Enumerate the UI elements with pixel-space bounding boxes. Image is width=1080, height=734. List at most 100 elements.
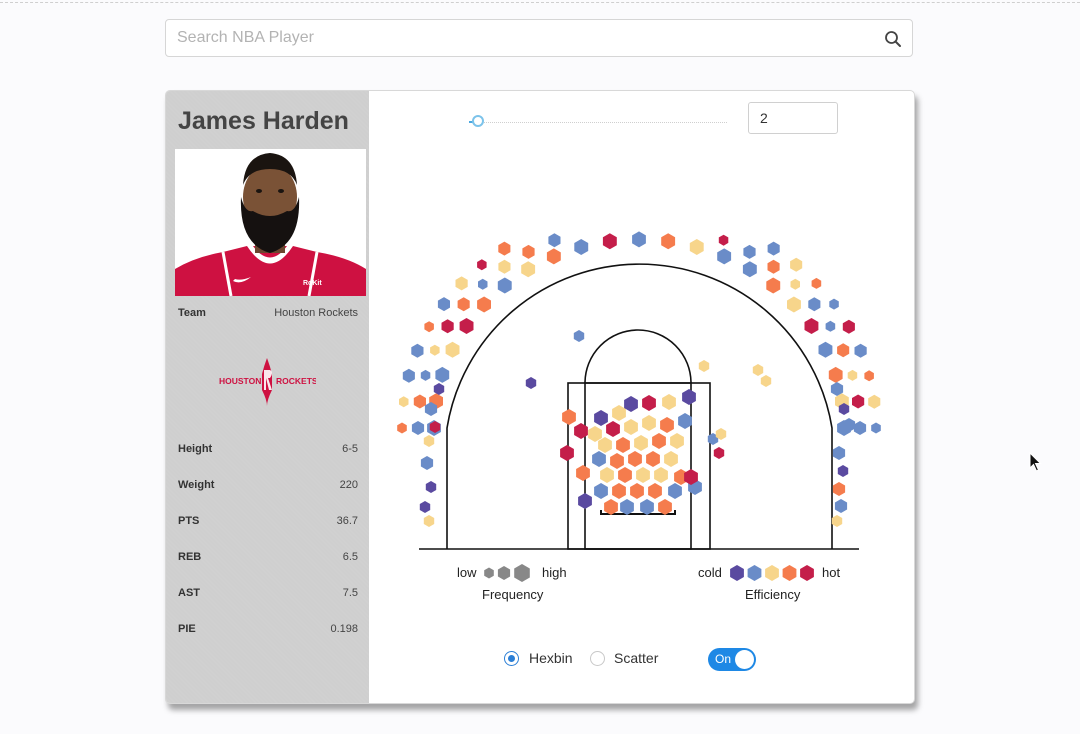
stat-label: PTS bbox=[178, 515, 200, 527]
three-point-line bbox=[446, 263, 833, 549]
shot-hex bbox=[654, 467, 668, 483]
player-card: James Harden RoKit Team Houston Rockets bbox=[165, 90, 915, 704]
shot-hex bbox=[742, 261, 757, 278]
stat-row-weight: Weight 220 bbox=[178, 479, 358, 493]
shot-hex bbox=[864, 370, 874, 382]
shot-hex bbox=[646, 451, 660, 467]
search-box[interactable] bbox=[165, 19, 913, 57]
shot-hex bbox=[435, 366, 450, 383]
shot-hex bbox=[574, 239, 589, 255]
stat-row-pie: PIE 0.198 bbox=[178, 623, 358, 637]
shot-hex bbox=[818, 341, 833, 358]
team-logo: HOUSTON ROCKETS bbox=[219, 358, 316, 406]
stat-row-ast: AST 7.5 bbox=[178, 587, 358, 601]
shot-hex bbox=[837, 343, 850, 358]
stat-value: 6.5 bbox=[342, 551, 358, 563]
shot-hex bbox=[652, 433, 666, 449]
shot-hex bbox=[832, 482, 846, 496]
shot-hex bbox=[594, 483, 608, 499]
frequency-hex-small bbox=[484, 567, 494, 579]
shot-hex bbox=[642, 415, 656, 431]
shot-hex bbox=[670, 433, 684, 449]
search-icon[interactable] bbox=[884, 30, 902, 48]
shot-hex bbox=[790, 278, 800, 290]
shot-hex bbox=[606, 421, 620, 437]
radio-hexbin-button[interactable] bbox=[504, 651, 519, 666]
radio-hexbin-label[interactable]: Hexbin bbox=[529, 650, 573, 666]
shot-hex bbox=[752, 364, 764, 376]
stat-label: AST bbox=[178, 587, 200, 599]
team-row: Team Houston Rockets bbox=[178, 307, 358, 321]
shot-hex bbox=[648, 483, 662, 499]
shot-hex bbox=[743, 244, 756, 259]
shot-hex bbox=[598, 437, 612, 453]
shot-hex bbox=[498, 259, 511, 274]
shot-hex bbox=[767, 259, 780, 274]
shot-hex bbox=[437, 297, 450, 312]
shot-hex bbox=[713, 447, 725, 459]
shot-hex bbox=[423, 435, 435, 447]
shot-hex bbox=[847, 369, 858, 381]
legend-frequency-high: high bbox=[542, 565, 567, 580]
radio-hexbin[interactable]: Hexbin bbox=[504, 649, 594, 669]
shot-hex bbox=[640, 499, 654, 515]
shot-hex bbox=[497, 277, 512, 294]
stat-value: 0.198 bbox=[330, 623, 358, 635]
shot-hex bbox=[660, 417, 674, 433]
shot-chart-panel: low high Frequency cold hot Efficiency H… bbox=[369, 91, 914, 703]
legend-frequency-title: Frequency bbox=[482, 587, 544, 602]
shot-hex bbox=[477, 296, 491, 313]
shot-hex bbox=[661, 233, 676, 250]
shot-hex bbox=[632, 231, 646, 248]
hex-size-slider-track[interactable] bbox=[469, 122, 727, 123]
shot-hex bbox=[837, 465, 849, 477]
shot-hex bbox=[624, 419, 638, 435]
player-sidebar: James Harden RoKit Team Houston Rockets bbox=[166, 91, 369, 703]
efficiency-hex-4 bbox=[800, 565, 814, 581]
shot-hex bbox=[668, 483, 682, 499]
stat-value: 7.5 bbox=[342, 587, 358, 599]
shot-hex bbox=[689, 239, 704, 255]
shot-hex bbox=[717, 248, 732, 265]
legend-efficiency-hot: hot bbox=[822, 565, 841, 580]
shot-hex bbox=[399, 396, 409, 408]
shot-hex bbox=[477, 259, 487, 271]
radio-scatter[interactable]: Scatter bbox=[590, 649, 680, 669]
team-value: Houston Rockets bbox=[274, 307, 358, 319]
shot-hex bbox=[612, 405, 626, 421]
shot-hex bbox=[790, 257, 803, 272]
shot-hex bbox=[574, 423, 588, 439]
hex-size-slider-thumb[interactable] bbox=[472, 115, 484, 127]
display-toggle[interactable]: On bbox=[708, 648, 756, 671]
shot-hex bbox=[478, 278, 488, 290]
stat-row-pts: PTS 36.7 bbox=[178, 515, 358, 529]
hex-size-input[interactable] bbox=[748, 102, 838, 134]
shot-hex bbox=[698, 360, 710, 372]
legend-efficiency-title: Efficiency bbox=[745, 587, 801, 602]
shot-hex bbox=[630, 483, 644, 499]
efficiency-hex-0 bbox=[730, 565, 744, 581]
free-throw-circle bbox=[584, 329, 692, 384]
shot-hex bbox=[441, 319, 454, 334]
stat-label: PIE bbox=[178, 623, 196, 635]
shot-hex bbox=[419, 501, 431, 513]
shot-hex bbox=[573, 330, 585, 342]
shot-hex bbox=[560, 445, 574, 461]
shot-hex bbox=[402, 368, 415, 383]
shot-hex bbox=[811, 277, 822, 289]
stat-row-reb: REB 6.5 bbox=[178, 551, 358, 565]
frequency-hex-large bbox=[514, 564, 530, 582]
shot-hex bbox=[760, 375, 772, 387]
shot-hex bbox=[620, 499, 634, 515]
radio-scatter-button[interactable] bbox=[590, 651, 605, 666]
search-input[interactable] bbox=[166, 20, 877, 56]
shot-hex bbox=[829, 298, 839, 310]
shot-hex bbox=[832, 446, 846, 460]
stat-value: 36.7 bbox=[336, 515, 358, 527]
shot-hex bbox=[562, 409, 576, 425]
radio-scatter-label[interactable]: Scatter bbox=[614, 650, 658, 666]
paint-inner bbox=[584, 382, 692, 550]
shot-hex bbox=[423, 515, 435, 527]
shot-hex bbox=[411, 421, 425, 435]
shot-hex bbox=[825, 320, 836, 332]
